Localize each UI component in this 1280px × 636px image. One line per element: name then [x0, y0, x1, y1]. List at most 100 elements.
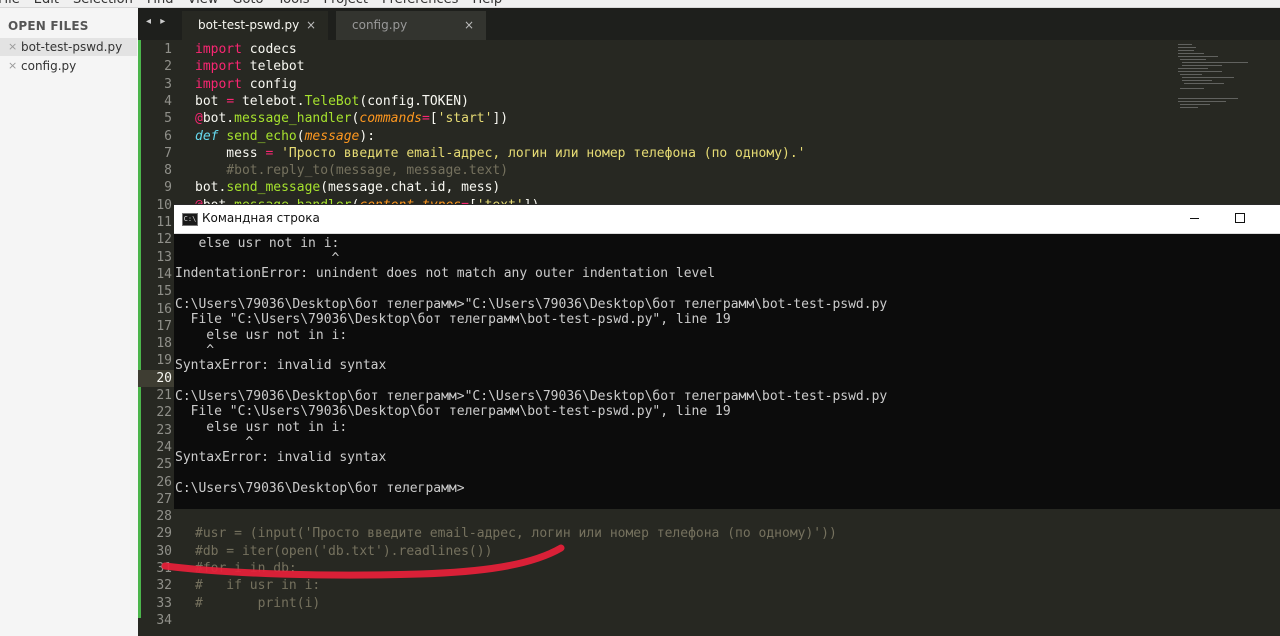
tab-label: config.py	[352, 18, 408, 32]
code-token: mess	[195, 145, 266, 161]
code-token: (config.TOKEN)	[359, 93, 469, 109]
code-line[interactable]: #usr = (input('Просто введите email-адре…	[195, 525, 837, 542]
tab-bot-test-pswd[interactable]: bot-test-pswd.py ×	[182, 11, 328, 40]
code-token: import	[195, 76, 242, 92]
code-line[interactable]: #bot.reply_to(message, message.text)	[195, 162, 508, 179]
line-number: 18	[156, 336, 172, 352]
line-number: 22	[156, 405, 172, 421]
line-number: 34	[156, 612, 172, 628]
menu-item-help[interactable]: Help	[472, 0, 502, 7]
line-number: 4	[164, 93, 172, 109]
menu-bar: File Edit Selection Find View Goto Tools Projec…	[0, 0, 1280, 8]
minimap-stroke	[1180, 59, 1206, 60]
minimap-stroke	[1178, 53, 1204, 54]
line-number: 26	[156, 474, 172, 490]
code-line[interactable]: #db = iter(open('db.txt').readlines())	[195, 543, 492, 560]
code-token: TeleBot	[304, 93, 360, 109]
console-icon: C:\	[182, 213, 198, 226]
console-line: C:\Users\79036\Desktop\бот телеграмм>"C:…	[175, 389, 888, 404]
close-icon[interactable]: ×	[8, 38, 17, 56]
minimap-stroke	[1182, 65, 1222, 66]
minimap-stroke	[1180, 74, 1202, 75]
line-number: 29	[156, 526, 172, 542]
code-token: 'Просто введите email-адрес, логин или н…	[281, 145, 806, 161]
line-number: 23	[156, 422, 172, 438]
code-line[interactable]: # print(i)	[195, 595, 320, 612]
minimap-stroke	[1180, 104, 1210, 105]
minimap-stroke	[1178, 56, 1218, 57]
code-token: bot.	[195, 180, 227, 196]
code-line[interactable]: def send_echo(message):	[195, 128, 375, 145]
line-number: 20	[156, 370, 172, 386]
code-token: #bot.reply_to(message, message.text)	[195, 163, 509, 179]
minimap-stroke	[1178, 68, 1208, 69]
console-line: SyntaxError: invalid syntax	[175, 358, 387, 374]
line-number: 31	[156, 561, 172, 576]
minimap-stroke	[1182, 62, 1248, 63]
close-icon[interactable]: ×	[464, 11, 474, 40]
line-number: 1	[164, 42, 172, 57]
console-line: C:\Users\79036\Desktop\бот телеграмм>	[175, 481, 465, 497]
menu-item-file[interactable]: File	[0, 0, 20, 7]
console-line: else usr not in i:	[175, 327, 348, 343]
sidebar-file-bot-test-pswd[interactable]: × bot-test-pswd.py	[0, 38, 137, 56]
code-line[interactable]: mess = 'Просто введите email-адрес, логи…	[195, 145, 806, 162]
code-token: commands	[359, 111, 422, 127]
menu-item-tools[interactable]: Tools	[277, 0, 309, 7]
line-number: 33	[156, 595, 172, 611]
tab-config[interactable]: config.py ×	[336, 11, 486, 40]
minimize-icon[interactable]	[1190, 218, 1199, 219]
menu-item-find[interactable]: Find	[147, 0, 174, 7]
console-line: C:\Users\79036\Desktop\бот телеграмм>"C:…	[175, 296, 888, 312]
minimap-stroke	[1178, 71, 1222, 72]
line-number: 3	[164, 76, 172, 92]
minimap-stroke	[1178, 98, 1238, 99]
maximize-icon[interactable]	[1235, 213, 1245, 223]
code-line[interactable]: import telebot	[195, 58, 305, 75]
console-line: ^	[175, 342, 215, 358]
code-token: config	[241, 76, 297, 92]
code-line[interactable]: # if usr in i:	[195, 577, 320, 594]
menu-item-goto[interactable]: Goto	[232, 0, 263, 7]
console-line: ^	[175, 435, 254, 451]
open-files-header: OPEN FILES	[8, 19, 89, 33]
line-number: 25	[156, 457, 172, 473]
code-line[interactable]: @bot.message_handler(commands=['start'])	[195, 110, 508, 127]
console-line: else usr not in i:	[175, 235, 340, 251]
console-line: File "C:\Users\79036\Desktop\бот телегра…	[175, 312, 731, 328]
code-token: # if usr in i:	[195, 578, 321, 594]
minimap-stroke	[1178, 47, 1196, 48]
code-token: bot.	[202, 111, 235, 127]
code-line[interactable]: import codecs	[195, 41, 297, 58]
sidebar-file-config[interactable]: × config.py	[0, 57, 137, 75]
line-number: 9	[164, 180, 172, 196]
line-number: 19	[156, 353, 172, 369]
window-title: Командная строка	[202, 211, 320, 225]
code-line[interactable]: import config	[195, 76, 297, 93]
command-prompt-window[interactable]: C:\ Командная строка else usr not in i: …	[174, 204, 1280, 509]
sidebar-file-label: bot-test-pswd.py	[21, 40, 123, 54]
console-line: ^	[175, 250, 340, 266]
line-number: 28	[156, 509, 172, 525]
close-icon[interactable]: ×	[8, 57, 17, 75]
minimap[interactable]	[1178, 44, 1258, 114]
code-line[interactable]: bot = telebot.TeleBot(config.TOKEN)	[195, 93, 469, 110]
tab-nav-arrows-icon[interactable]: ◂ ▸	[146, 16, 168, 27]
code-line[interactable]: #for i in db:	[195, 560, 297, 577]
menu-item-edit[interactable]: Edit	[34, 0, 59, 7]
line-number: 6	[164, 128, 172, 144]
code-token: def	[195, 128, 219, 144]
code-line[interactable]: bot.send_message(message.chat.id, mess)	[195, 179, 500, 196]
minimap-stroke	[1184, 83, 1224, 84]
minimap-stroke	[1182, 77, 1234, 78]
minimap-stroke	[1178, 50, 1194, 51]
minimap-stroke	[1178, 101, 1226, 102]
menu-item-view[interactable]: View	[188, 0, 219, 7]
close-icon[interactable]: ×	[306, 11, 316, 40]
menu-item-selection[interactable]: Selection	[73, 0, 133, 7]
menu-item-project[interactable]: Project	[323, 0, 367, 7]
menu-item-preferences[interactable]: Preferences	[382, 0, 458, 7]
sidebar-file-label: config.py	[21, 59, 77, 73]
line-number: 5	[164, 111, 172, 127]
